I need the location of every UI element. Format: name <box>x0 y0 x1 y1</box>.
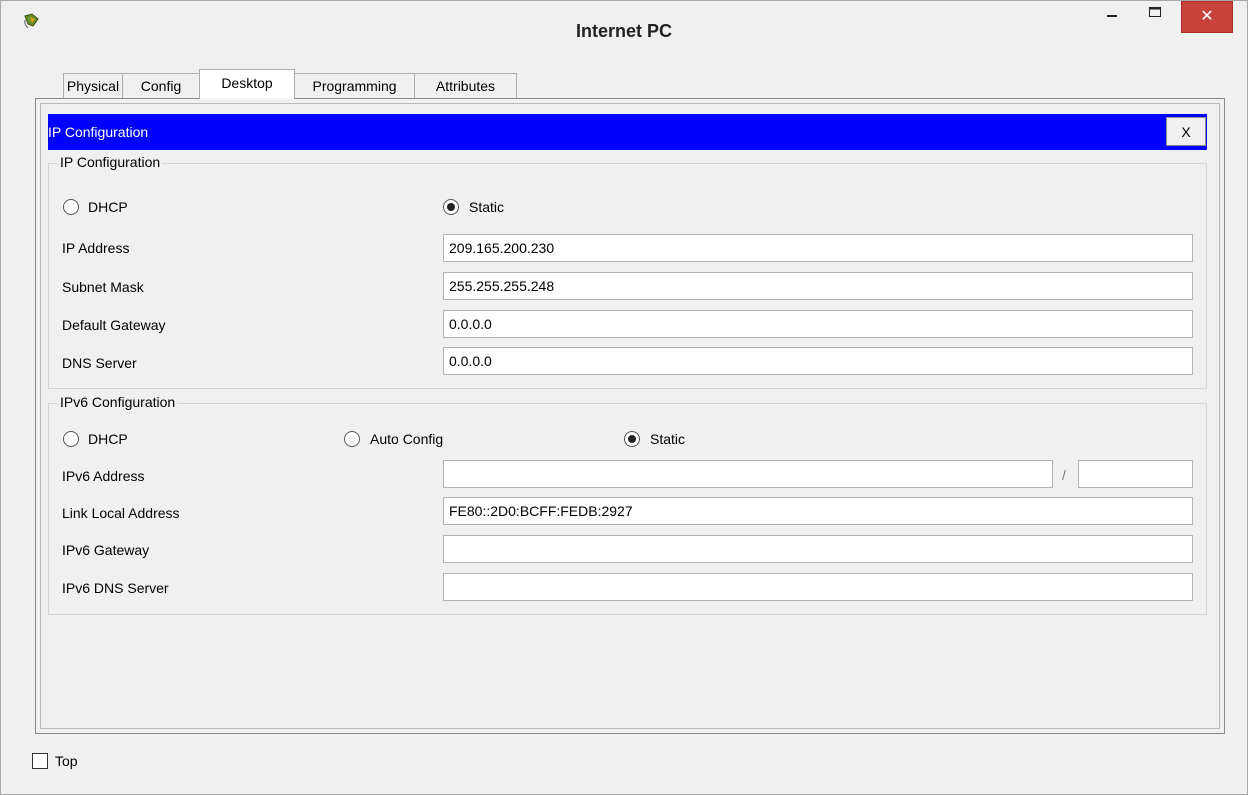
app-window: Internet PC ✕ Physical Config Desktop Pr… <box>0 0 1248 795</box>
tab-physical[interactable]: Physical <box>63 73 123 98</box>
ipv6-static-radio[interactable] <box>624 431 640 447</box>
ipv4-static-radio[interactable] <box>443 199 459 215</box>
ipv6-static-label: Static <box>650 431 686 447</box>
ipv6-dhcp-radio[interactable] <box>63 431 79 447</box>
window-title: Internet PC <box>575 21 672 41</box>
link-local-address-label: Link Local Address <box>62 505 180 521</box>
dns-server-label: DNS Server <box>62 355 137 371</box>
ipv6-address-field[interactable] <box>443 460 1053 488</box>
tab-desktop[interactable]: Desktop <box>199 69 295 99</box>
ipv6-dhcp-label: DHCP <box>88 431 128 447</box>
subnet-mask-field[interactable]: 255.255.255.248 <box>443 272 1193 300</box>
ipv6-prefix-field[interactable] <box>1078 460 1193 488</box>
tab-attributes[interactable]: Attributes <box>414 73 517 98</box>
minimize-button[interactable] <box>1099 1 1127 33</box>
link-local-address-field[interactable]: FE80::2D0:BCFF:FEDB:2927 <box>443 497 1193 525</box>
ipv4-static-label: Static <box>469 199 505 215</box>
ip-configuration-title: IP Configuration <box>48 124 149 140</box>
default-gateway-field[interactable]: 0.0.0.0 <box>443 310 1193 338</box>
ipv4-dhcp-label: DHCP <box>88 199 128 215</box>
ipv4-dhcp-radio[interactable] <box>63 199 79 215</box>
ipv6-dns-server-field[interactable] <box>443 573 1193 601</box>
close-window-button[interactable]: ✕ <box>1181 1 1233 33</box>
ipv6-gateway-label: IPv6 Gateway <box>62 542 150 558</box>
ipv6-dns-server-label: IPv6 DNS Server <box>62 580 169 596</box>
ipv6-gateway-field[interactable] <box>443 535 1193 563</box>
subnet-mask-label: Subnet Mask <box>62 279 144 295</box>
ip-address-field[interactable]: 209.165.200.230 <box>443 234 1193 262</box>
default-gateway-label: Default Gateway <box>62 317 166 333</box>
ipv6-auto-config-radio[interactable] <box>344 431 360 447</box>
ipv6-address-label: IPv6 Address <box>62 468 145 484</box>
dns-server-field[interactable]: 0.0.0.0 <box>443 347 1193 375</box>
ipv4-config-legend: IP Configuration <box>58 154 163 170</box>
ip-address-label: IP Address <box>62 240 130 256</box>
top-checkbox[interactable] <box>32 753 48 769</box>
tab-config[interactable]: Config <box>122 73 200 98</box>
maximize-button[interactable] <box>1141 1 1171 33</box>
top-label: Top <box>55 753 78 769</box>
close-ip-config-button[interactable]: X <box>1166 117 1206 146</box>
ipv6-auto-config-label: Auto Config <box>370 431 444 447</box>
tab-programming[interactable]: Programming <box>294 73 415 98</box>
title-bar: Internet PC ✕ <box>1 1 1247 53</box>
ipv6-config-legend: IPv6 Configuration <box>58 394 178 410</box>
ip-configuration-header: IP Configuration X <box>48 114 1207 150</box>
prefix-separator: / <box>1062 467 1066 483</box>
